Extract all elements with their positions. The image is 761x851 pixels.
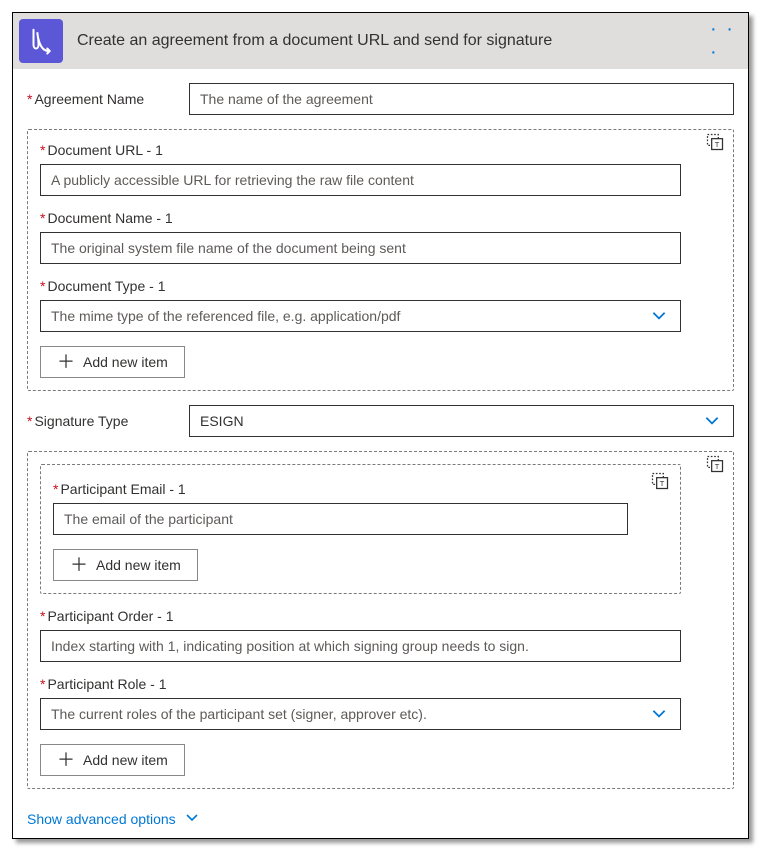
svg-text:T: T — [660, 479, 665, 488]
chevron-down-icon — [648, 306, 670, 327]
add-participant-email-button[interactable]: ＋ Add new item — [53, 549, 198, 581]
participant-role-field: *Participant Role - 1 The current roles … — [40, 676, 721, 730]
svg-text:T: T — [715, 140, 720, 149]
card-title: Create an agreement from a document URL … — [77, 32, 710, 50]
participants-group: T T *Participant Email - 1 — [27, 451, 734, 789]
document-url-field: *Document URL - 1 — [40, 142, 721, 196]
chevron-down-icon — [701, 411, 723, 432]
participant-order-field: *Participant Order - 1 — [40, 608, 721, 662]
add-document-button[interactable]: ＋ Add new item — [40, 346, 185, 378]
document-name-field: *Document Name - 1 — [40, 210, 721, 264]
copy-group-icon[interactable]: T — [650, 471, 672, 493]
copy-group-icon[interactable]: T — [705, 132, 727, 154]
document-url-input[interactable] — [40, 164, 681, 196]
add-participant-button[interactable]: ＋ Add new item — [40, 744, 185, 776]
chevron-down-icon — [648, 704, 670, 725]
participant-emails-group: T *Participant Email - 1 ＋ Add new item — [40, 464, 681, 594]
participant-email-field: *Participant Email - 1 — [53, 481, 668, 535]
plus-icon: ＋ — [57, 353, 75, 371]
svg-text:T: T — [715, 462, 720, 471]
participant-role-select[interactable]: The current roles of the participant set… — [40, 698, 681, 730]
documents-group: T *Document URL - 1 *Document Name - 1 *… — [27, 129, 734, 391]
document-name-input[interactable] — [40, 232, 681, 264]
show-advanced-options-link[interactable]: Show advanced options — [27, 809, 202, 828]
participant-order-input[interactable] — [40, 630, 681, 662]
agreement-name-label: *Agreement Name — [27, 91, 189, 107]
copy-group-icon[interactable]: T — [705, 454, 727, 476]
card-header: Create an agreement from a document URL … — [13, 13, 748, 69]
more-options-button[interactable]: · · · — [710, 27, 738, 55]
agreement-name-row: *Agreement Name — [27, 83, 734, 115]
signature-type-row: *Signature Type ESIGN — [27, 405, 734, 437]
document-type-select[interactable]: The mime type of the referenced file, e.… — [40, 300, 681, 332]
signature-type-label: *Signature Type — [27, 413, 189, 429]
card-body: *Agreement Name T *Document URL - 1 *Doc… — [13, 69, 748, 838]
plus-icon: ＋ — [57, 751, 75, 769]
document-type-field: *Document Type - 1 The mime type of the … — [40, 278, 721, 332]
agreement-name-input[interactable] — [189, 83, 734, 115]
participant-email-input[interactable] — [53, 503, 628, 535]
action-card: Create an agreement from a document URL … — [12, 12, 749, 839]
chevron-down-icon — [182, 809, 202, 828]
adobe-icon — [19, 19, 63, 63]
plus-icon: ＋ — [70, 556, 88, 574]
signature-type-select[interactable]: ESIGN — [189, 405, 734, 437]
